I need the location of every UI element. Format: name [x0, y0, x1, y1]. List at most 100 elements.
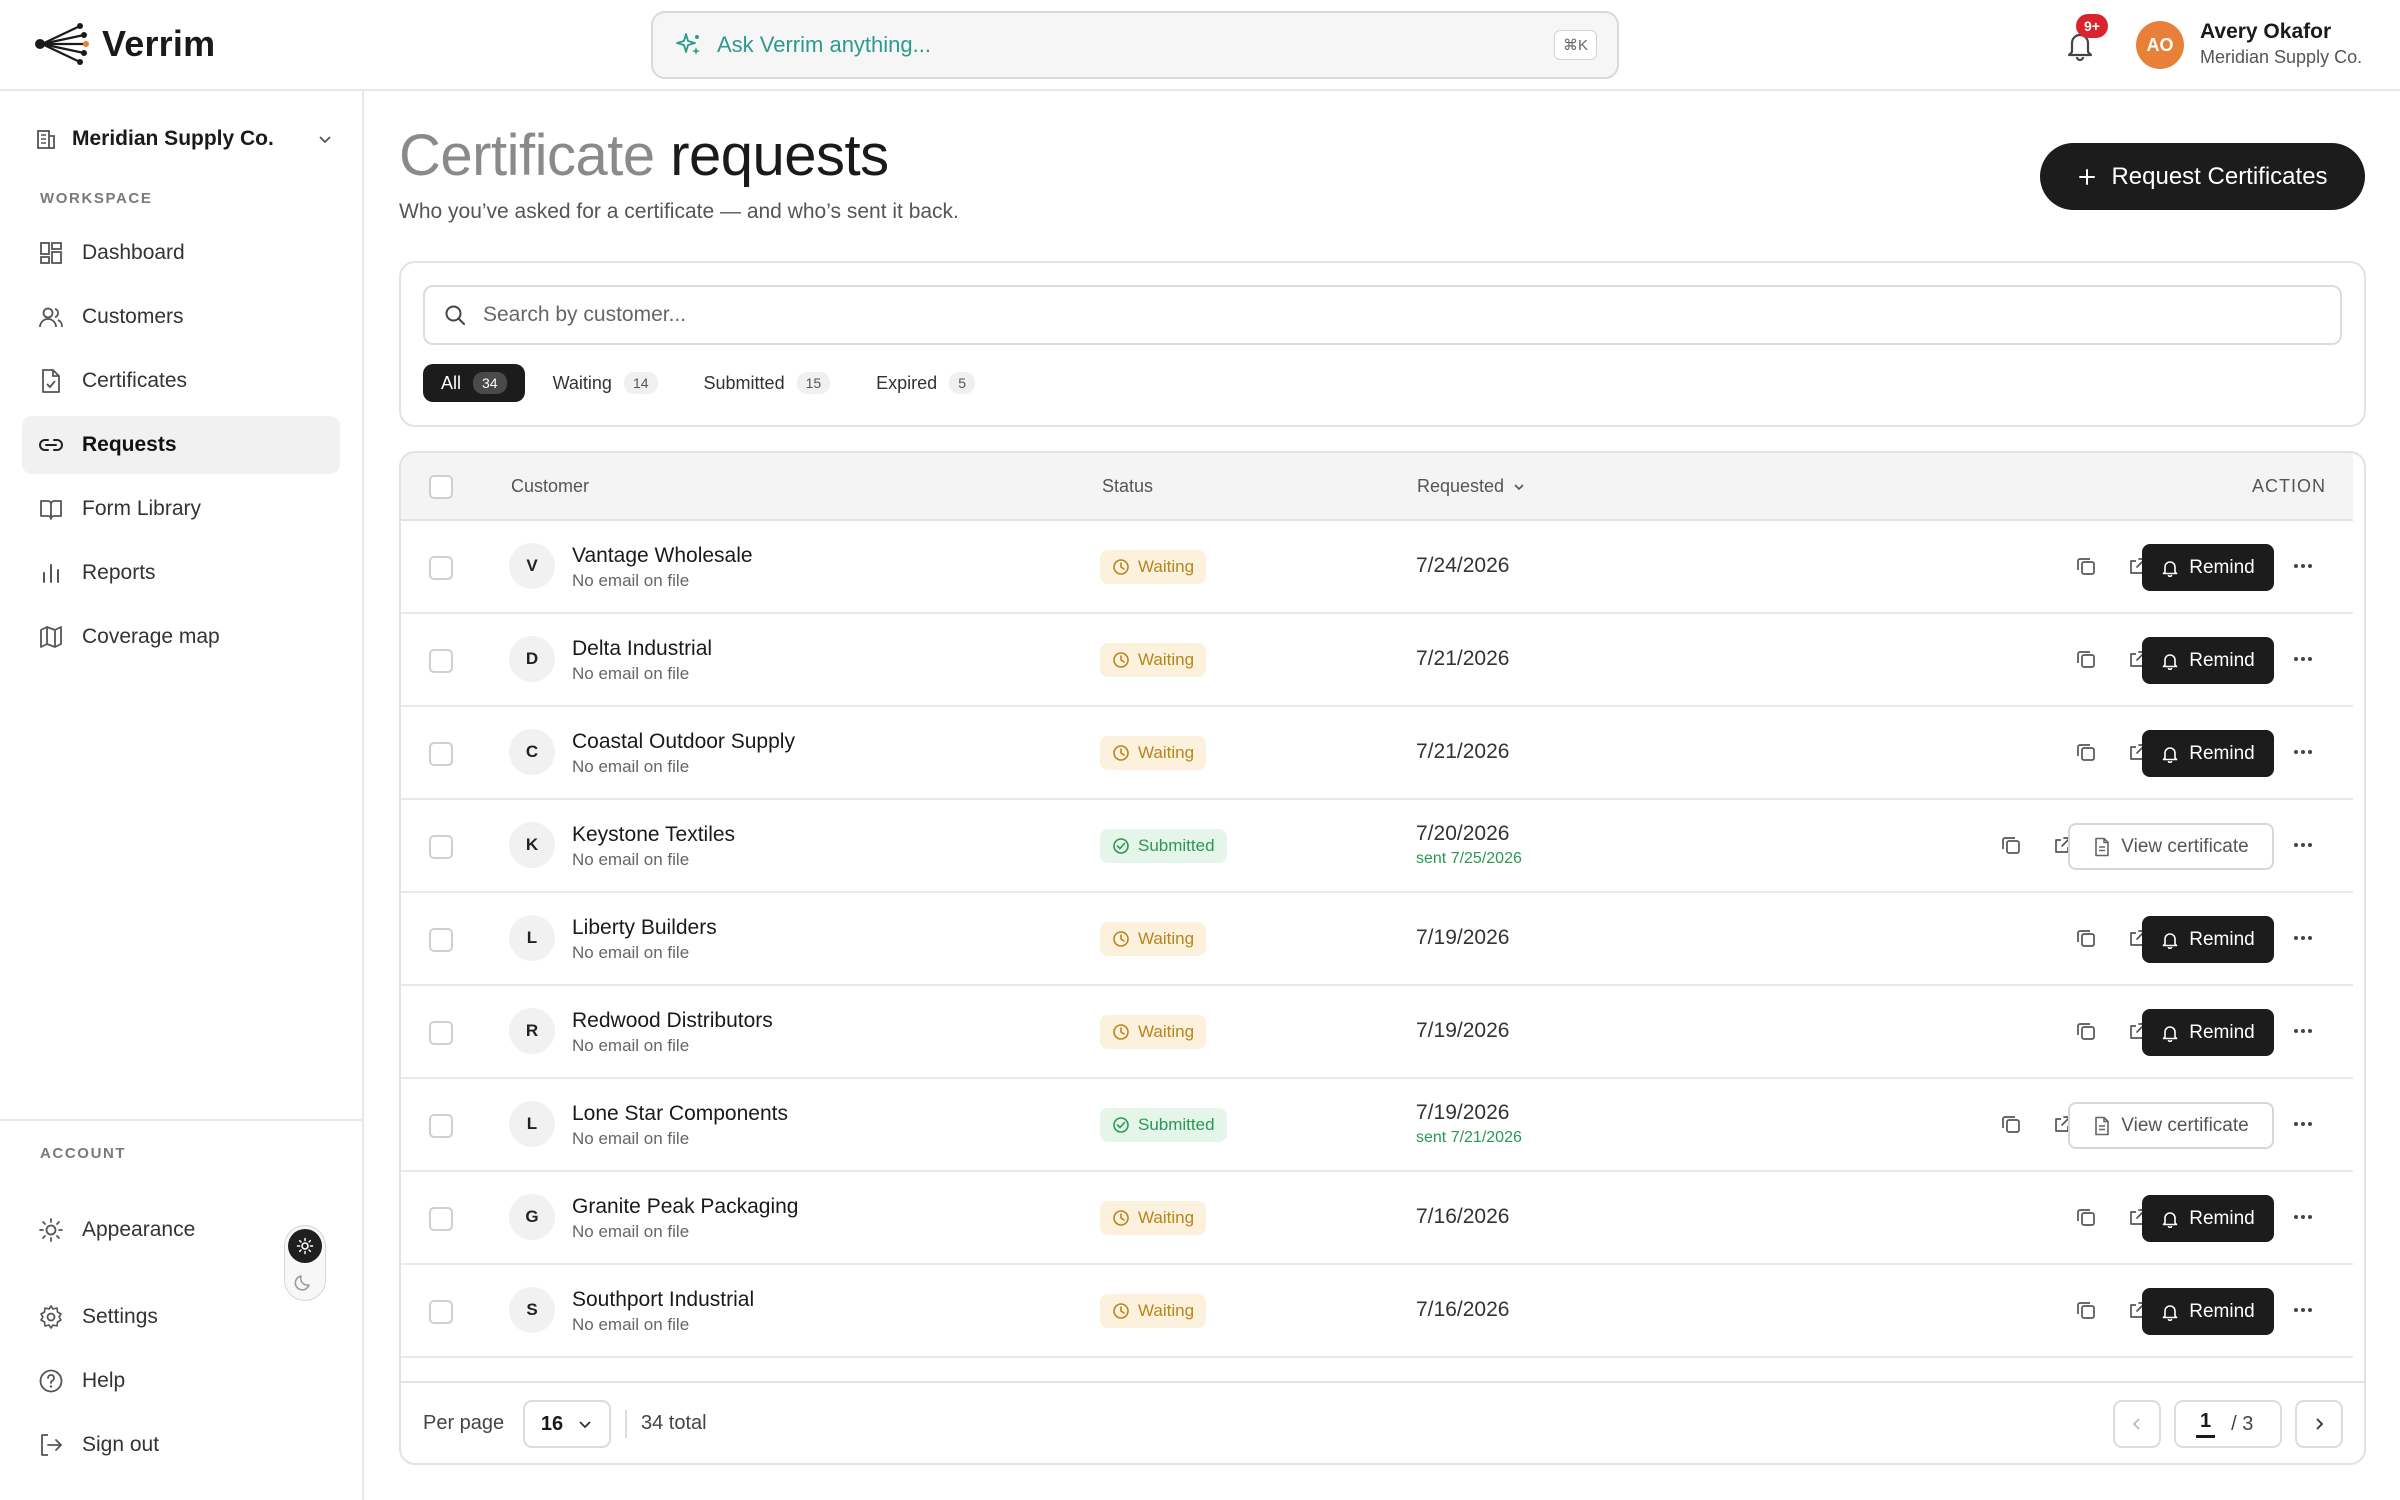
table-row[interactable]: C Coastal Outdoor Supply No email on file W… — [401, 707, 2353, 800]
sidebar-item-certificates[interactable]: Certificates — [22, 352, 340, 410]
requested-date: 7/16/2026 — [1416, 1298, 1510, 1321]
table-row[interactable]: R Redwood Distributors No email on file Wai… — [401, 986, 2353, 1079]
sign-out-item[interactable]: Sign out — [38, 1432, 159, 1458]
table-row[interactable]: L Lone Star Components No email on file Sub… — [401, 1079, 2353, 1172]
building-icon — [37, 130, 55, 149]
row-menu-button[interactable] — [2288, 737, 2318, 767]
light-mode-option[interactable] — [288, 1229, 322, 1263]
sidebar-item-reports[interactable]: Reports — [22, 544, 340, 602]
customer-name[interactable]: Coastal Outdoor Supply — [572, 730, 795, 754]
copy-link-button[interactable] — [2071, 1202, 2101, 1232]
sidebar-item-label: Dashboard — [82, 241, 185, 264]
bell-icon — [2162, 560, 2178, 577]
customer-email: No email on file — [572, 943, 690, 962]
row-menu-button[interactable] — [2288, 1016, 2318, 1046]
remind-button[interactable]: Remind — [2142, 1288, 2274, 1335]
row-menu-button[interactable] — [2288, 923, 2318, 953]
row-menu-button[interactable] — [2288, 1202, 2318, 1232]
copy-link-button[interactable] — [2071, 1016, 2101, 1046]
customer-name[interactable]: Delta Industrial — [572, 637, 712, 661]
copy-link-button[interactable] — [2071, 644, 2101, 674]
current-page-input[interactable]: 1 — [2196, 1410, 2216, 1438]
customer-name[interactable]: Liberty Builders — [572, 916, 717, 940]
filter-tab-all[interactable]: All 34 — [423, 364, 525, 402]
sparkle-icon — [676, 33, 700, 55]
table-row[interactable]: D Delta Industrial No email on file Waiting… — [401, 614, 2353, 707]
filter-tab-label: Submitted — [703, 372, 785, 393]
remind-button[interactable]: Remind — [2142, 637, 2274, 684]
customer-name[interactable]: Keystone Textiles — [572, 823, 735, 847]
file-check-icon — [42, 369, 60, 393]
filter-tab-expired[interactable]: Expired 5 — [858, 364, 993, 402]
copy-icon — [2077, 651, 2095, 668]
previous-page-button[interactable] — [2113, 1400, 2161, 1448]
row-checkbox[interactable] — [429, 928, 453, 952]
row-menu-button[interactable] — [2288, 644, 2318, 674]
remind-button[interactable]: Remind — [2142, 916, 2274, 963]
view-certificate-button[interactable]: View certificate — [2068, 823, 2274, 870]
sidebar-item-requests[interactable]: Requests — [22, 416, 340, 474]
sent-date: sent 7/21/2026 — [1416, 1129, 1522, 1146]
request-certificates-button[interactable]: Request Certificates — [2040, 143, 2365, 210]
table-row[interactable]: K Keystone Textiles No email on file Submit… — [401, 800, 2353, 893]
row-checkbox[interactable] — [429, 1021, 453, 1045]
customer-name[interactable]: Vantage Wholesale — [572, 544, 753, 568]
customer-name[interactable]: Southport Industrial — [572, 1288, 754, 1312]
remind-button[interactable]: Remind — [2142, 1009, 2274, 1056]
chevron-left-icon — [2132, 1418, 2140, 1430]
sidebar-item-label: Certificates — [82, 369, 188, 392]
filter-tab-count: 15 — [796, 372, 831, 394]
row-checkbox[interactable] — [429, 649, 453, 673]
filter-tab-waiting[interactable]: Waiting 14 — [535, 364, 676, 402]
row-checkbox[interactable] — [429, 1207, 453, 1231]
row-menu-button[interactable] — [2288, 1109, 2318, 1139]
copy-link-button[interactable] — [1996, 1109, 2026, 1139]
ask-input[interactable]: Ask Verrim anything... ⌘K — [651, 11, 1619, 79]
table-row[interactable]: G Granite Peak Packaging No email on file W… — [401, 1172, 2353, 1265]
next-page-button[interactable] — [2295, 1400, 2343, 1448]
sign-out-icon — [41, 1434, 62, 1456]
table-row[interactable]: L Liberty Builders No email on file Waiting… — [401, 893, 2353, 986]
row-checkbox[interactable] — [429, 1300, 453, 1324]
copy-link-button[interactable] — [2071, 923, 2101, 953]
select-all-checkbox[interactable] — [429, 475, 453, 499]
row-menu-button[interactable] — [2288, 1295, 2318, 1325]
per-page-select[interactable]: 16 — [523, 1400, 611, 1448]
theme-toggle[interactable] — [284, 1225, 326, 1301]
column-header-requested[interactable]: Requested — [1417, 476, 1526, 497]
moon-icon[interactable] — [294, 1271, 316, 1293]
table-row[interactable]: V Vantage Wholesale No email on file Waitin… — [401, 521, 2353, 614]
copy-link-button[interactable] — [2071, 737, 2101, 767]
copy-link-button[interactable] — [2071, 1295, 2101, 1325]
copy-link-button[interactable] — [2071, 551, 2101, 581]
customer-search-input[interactable]: Search by customer... — [423, 285, 2342, 345]
filter-tab-submitted[interactable]: Submitted 15 — [686, 364, 849, 402]
customer-name[interactable]: Granite Peak Packaging — [572, 1195, 798, 1219]
sidebar-item-form-library[interactable]: Form Library — [22, 480, 340, 538]
customer-name[interactable]: Redwood Distributors — [572, 1009, 773, 1033]
sidebar-item-customers[interactable]: Customers — [22, 288, 340, 346]
view-certificate-button[interactable]: View certificate — [2068, 1102, 2274, 1149]
user-avatar[interactable]: AO — [2136, 21, 2184, 69]
row-menu-button[interactable] — [2288, 830, 2318, 860]
verrim-logo-icon — [35, 23, 89, 65]
row-checkbox[interactable] — [429, 742, 453, 766]
row-checkbox[interactable] — [429, 835, 453, 859]
table-row[interactable]: S Southport Industrial No email on file Wai… — [401, 1265, 2353, 1358]
row-checkbox[interactable] — [429, 1114, 453, 1138]
sidebar-item-coverage-map[interactable]: Coverage map — [22, 608, 340, 666]
copy-link-button[interactable] — [1996, 830, 2026, 860]
remind-button[interactable]: Remind — [2142, 1195, 2274, 1242]
row-checkbox[interactable] — [429, 556, 453, 580]
help-item[interactable]: Help — [38, 1368, 125, 1394]
remind-button[interactable]: Remind — [2142, 730, 2274, 777]
customer-email: No email on file — [572, 1315, 690, 1334]
customer-name[interactable]: Lone Star Components — [572, 1102, 788, 1126]
settings-item[interactable]: Settings — [38, 1304, 158, 1330]
row-menu-button[interactable] — [2288, 551, 2318, 581]
sidebar-item-dashboard[interactable]: Dashboard — [22, 224, 340, 282]
sun-icon — [296, 1237, 314, 1255]
app-logo[interactable]: Verrim — [34, 20, 215, 68]
remind-button[interactable]: Remind — [2142, 544, 2274, 591]
org-switcher[interactable]: Meridian Supply Co. — [34, 119, 334, 159]
